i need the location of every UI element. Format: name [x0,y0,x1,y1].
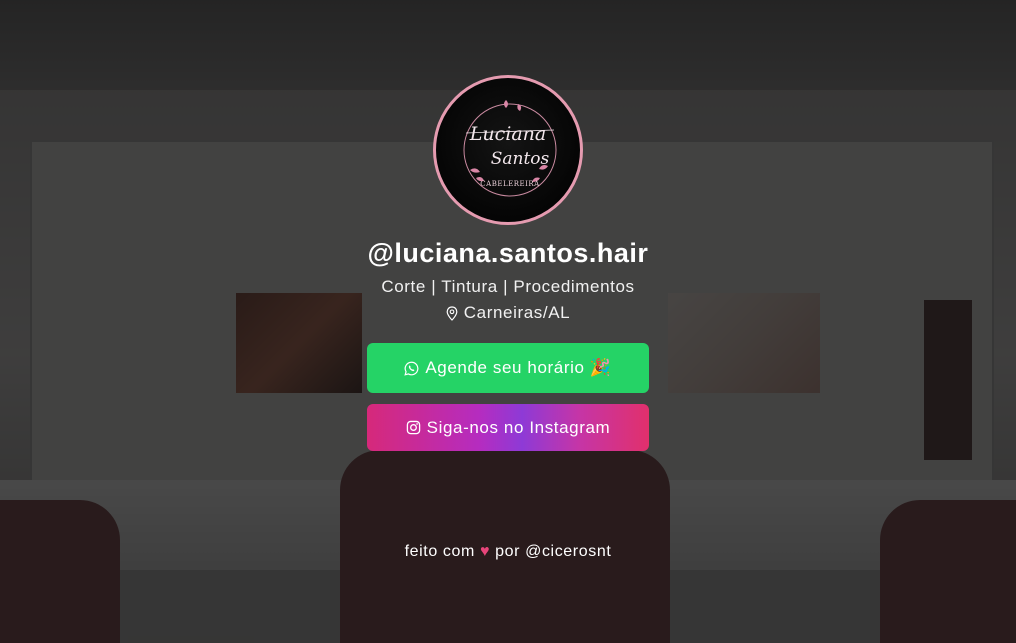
profile-location: Carneiras/AL [446,303,570,323]
profile-avatar-logo: Luciana Santos CABELEREIRA [433,75,583,225]
profile-username: @luciana.santos.hair [367,238,649,268]
instagram-follow-button[interactable]: Siga-nos no Instagram [367,404,649,451]
instagram-button-label: Siga-nos no Instagram [426,417,611,437]
whatsapp-booking-button[interactable]: Agende seu horário 🎉 [367,343,649,393]
location-pin-icon [446,305,458,321]
whatsapp-button-label: Agende seu horário 🎉 [425,358,612,377]
svg-text:Santos: Santos [491,149,550,169]
svg-text:CABELEREIRA: CABELEREIRA [480,180,540,188]
profile-tagline: Corte | Tintura | Procedimentos [381,277,635,296]
footer-prefix: feito com [404,543,475,560]
footer-author-link[interactable]: por @cicerosnt [495,543,611,560]
location-label: Carneiras/AL [463,303,571,322]
footer-credit: feito com ♥ por @cicerosnt [0,543,1016,561]
instagram-icon [406,420,421,435]
whatsapp-icon [404,361,419,376]
svg-text:Luciana: Luciana [469,123,546,145]
heart-icon: ♥ [479,543,491,560]
